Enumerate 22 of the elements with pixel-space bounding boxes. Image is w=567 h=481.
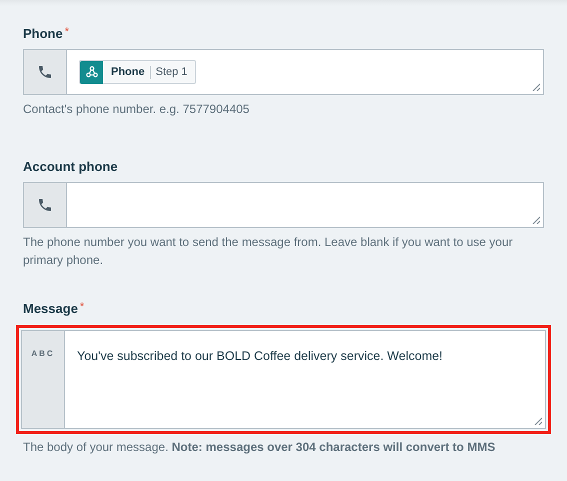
help-text: Contact's phone number. e.g. 7577904405 [23,101,250,118]
message-text: You've subscribed to our BOLD Coffee delivery service. Welcome! [77,349,443,363]
phone-icon [37,197,53,213]
text-type-label: ABC [31,348,55,360]
data-pill[interactable]: Phone Step 1 [79,60,196,84]
help-text: The body of your message. Note: messages over 304 characters will convert to MMS [23,439,496,456]
field-label: Phone [23,25,63,43]
resize-grip-icon[interactable] [534,417,542,425]
field-label: Account phone [23,158,118,176]
pill-step: Step 1 [150,64,196,80]
message-field[interactable]: ABC You've subscribed to our BOLD Coffee delivery service. Welcome! [21,330,546,429]
required-mark: * [64,25,70,40]
phone-field[interactable] [23,182,544,228]
help-text: The phone number you want to send the message from. Leave blank if you want to use your primary phone. [23,234,514,269]
phone-icon [37,64,53,80]
resize-grip-icon[interactable] [532,216,540,224]
webhook-icon [84,65,98,79]
field-label: Message [23,300,78,318]
required-mark: * [80,300,84,315]
resize-grip-icon[interactable] [532,83,540,91]
phone-field[interactable]: Phone Step 1 [23,49,544,95]
pill-label: Phone [103,66,151,78]
